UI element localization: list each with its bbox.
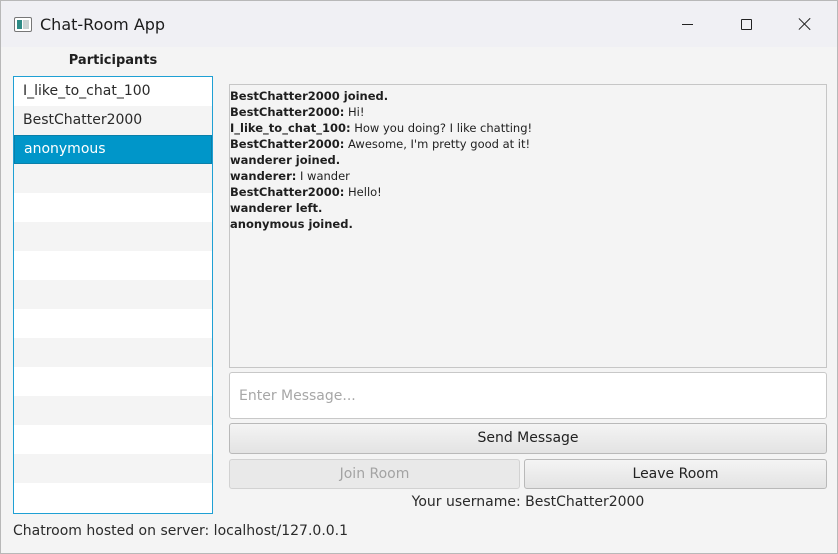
close-button[interactable] <box>776 1 834 47</box>
server-status: Chatroom hosted on server: localhost/127… <box>13 523 349 539</box>
empty-list-row[interactable] <box>14 396 212 425</box>
chat-message: BestChatter2000: Awesome, I'm pretty goo… <box>230 136 826 152</box>
empty-list-row[interactable] <box>14 338 212 367</box>
message-text: How you doing? I like chatting! <box>350 121 533 135</box>
empty-list-row[interactable] <box>14 367 212 396</box>
minimize-icon <box>681 23 693 25</box>
message-text: Hi! <box>344 105 365 119</box>
message-sender: BestChatter2000: <box>230 185 345 199</box>
message-sender: BestChatter2000: <box>230 105 345 119</box>
maximize-icon <box>740 18 752 30</box>
empty-list-row[interactable] <box>14 164 212 193</box>
chat-log: BestChatter2000 joined. BestChatter2000: … <box>229 84 827 368</box>
message-sender: I_like_to_chat_100: <box>230 121 351 135</box>
participant-item[interactable]: I_like_to_chat_100 <box>14 77 212 106</box>
empty-list-row[interactable] <box>14 483 212 512</box>
participant-item[interactable]: anonymous <box>14 135 212 164</box>
chat-message: BestChatter2000 joined. <box>230 88 826 104</box>
empty-list-row[interactable] <box>14 222 212 251</box>
chat-message: wanderer joined. <box>230 152 826 168</box>
app-icon <box>14 17 32 32</box>
title-bar[interactable]: Chat-Room App <box>1 1 837 47</box>
message-sender: wanderer left. <box>230 201 323 215</box>
message-text: I wander <box>296 169 350 183</box>
empty-list-row[interactable] <box>14 425 212 454</box>
message-input[interactable] <box>229 372 827 419</box>
message-sender: wanderer: <box>230 169 297 183</box>
message-sender: wanderer joined. <box>230 153 341 167</box>
send-message-button[interactable]: Send Message <box>229 423 827 454</box>
minimize-button[interactable] <box>658 1 716 47</box>
chat-message: BestChatter2000: Hi! <box>230 104 826 120</box>
participants-header: Participants <box>68 53 158 68</box>
empty-list-row[interactable] <box>14 251 212 280</box>
chat-message: wanderer left. <box>230 200 826 216</box>
join-room-button[interactable]: Join Room <box>229 459 520 489</box>
empty-list-row[interactable] <box>14 280 212 309</box>
empty-list-row[interactable] <box>14 193 212 222</box>
empty-list-row[interactable] <box>14 454 212 483</box>
leave-room-button[interactable]: Leave Room <box>524 459 827 489</box>
participants-list[interactable]: I_like_to_chat_100 BestChatter2000 anonymo… <box>13 76 213 514</box>
message-sender: anonymous joined. <box>230 217 353 231</box>
message-text: Hello! <box>344 185 382 199</box>
maximize-button[interactable] <box>717 1 775 47</box>
chat-message: I_like_to_chat_100: How you doing? I lik… <box>230 120 826 136</box>
message-text: Awesome, I'm pretty good at it! <box>344 137 531 151</box>
app-window: Chat-Room App Participants I_like_to_cha… <box>0 0 838 554</box>
username-label: Your username: BestChatter2000 <box>411 494 645 510</box>
message-sender: BestChatter2000: <box>230 137 345 151</box>
participant-item[interactable]: BestChatter2000 <box>14 106 212 135</box>
chat-message: anonymous joined. <box>230 216 826 232</box>
empty-list-row[interactable] <box>14 309 212 338</box>
window-title: Chat-Room App <box>40 15 166 34</box>
chat-message: BestChatter2000: Hello! <box>230 184 826 200</box>
chat-message: wanderer: I wander <box>230 168 826 184</box>
close-icon <box>798 17 812 31</box>
message-sender: BestChatter2000 joined. <box>230 89 389 103</box>
